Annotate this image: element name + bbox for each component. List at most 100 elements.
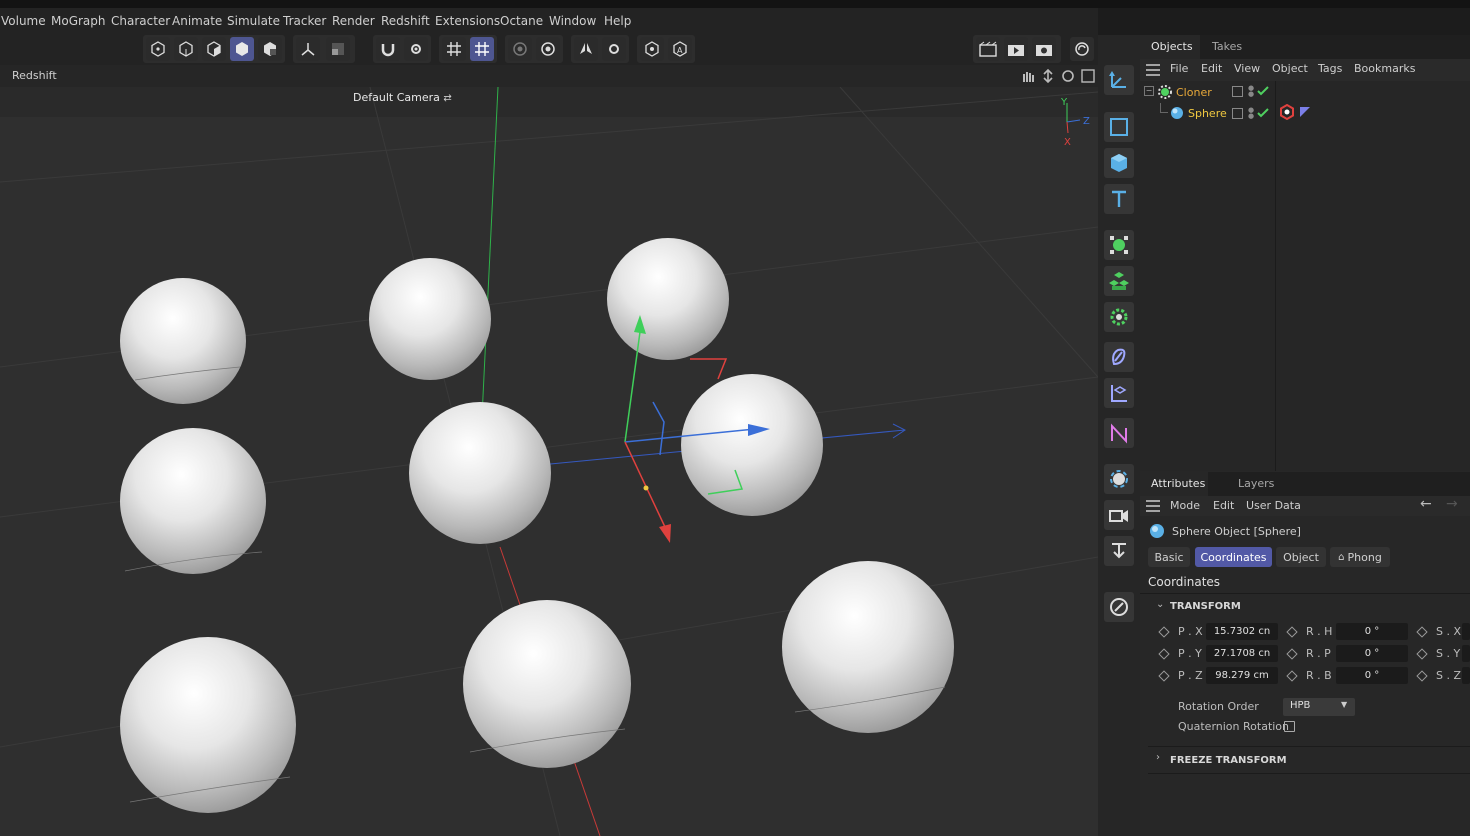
tab-attributes[interactable]: Attributes <box>1140 472 1208 496</box>
render-to-picture-viewer-icon[interactable] <box>1004 37 1028 61</box>
menu-tracker[interactable]: Tracker <box>283 14 326 28</box>
sphere-clone[interactable] <box>120 428 266 574</box>
attributes-menu-edit[interactable]: Edit <box>1213 499 1234 512</box>
mograph-effector-icon[interactable] <box>1104 302 1134 332</box>
symmetry-settings-icon[interactable] <box>602 37 626 61</box>
material-tag-icon[interactable] <box>1299 106 1311 118</box>
snap-settings-icon[interactable] <box>404 37 428 61</box>
menu-help[interactable]: Help <box>604 14 631 28</box>
phong-tag-icon[interactable] <box>1279 104 1295 120</box>
subtab-basic[interactable]: Basic <box>1148 547 1190 567</box>
menu-extensions[interactable]: Extensions <box>435 14 500 28</box>
layer-icon[interactable] <box>1232 86 1243 97</box>
workplane-grid-icon[interactable] <box>442 37 466 61</box>
quaternion-rotation-checkbox[interactable] <box>1284 721 1295 732</box>
object-row-cloner[interactable]: − Cloner ● ● <box>1140 83 1470 101</box>
forward-arrow-icon[interactable]: → <box>1446 496 1458 512</box>
menu-redshift[interactable]: Redshift <box>381 14 430 28</box>
object-name-sphere[interactable]: Sphere <box>1188 107 1227 120</box>
menu-render[interactable]: Render <box>332 14 375 28</box>
viewport-nav-icons[interactable] <box>1020 68 1096 84</box>
camera-selector[interactable]: Default Camera ⇄ <box>353 91 452 104</box>
object-name-cloner[interactable]: Cloner <box>1176 86 1212 99</box>
mograph-cloner-icon[interactable] <box>1104 230 1134 260</box>
scale-x-field[interactable] <box>1462 623 1470 640</box>
objects-menu-edit[interactable]: Edit <box>1201 62 1222 75</box>
menu-character[interactable]: Character <box>111 14 170 28</box>
rotation-p-field[interactable]: 0 ° <box>1336 645 1408 662</box>
rectangle-spline-icon[interactable] <box>1104 112 1134 142</box>
visibility-dots-icon[interactable]: ● ● <box>1248 107 1254 120</box>
rotation-b-field[interactable]: 0 ° <box>1336 667 1408 684</box>
environment-icon[interactable] <box>1104 464 1134 494</box>
position-y-field[interactable]: 27.1708 cn <box>1206 645 1278 662</box>
hamburger-menu-icon[interactable] <box>1146 64 1160 76</box>
text-spline-icon[interactable] <box>1104 184 1134 214</box>
transform-group-header[interactable]: ⌄ TRANSFORM <box>1148 599 1348 616</box>
solo-mode-icon[interactable] <box>326 37 350 61</box>
workplane-snap-icon[interactable] <box>470 37 494 61</box>
camera-object-icon[interactable] <box>1104 500 1134 530</box>
cube-primitive-icon[interactable] <box>1104 148 1134 178</box>
gizmo-x-handle[interactable] <box>659 524 671 543</box>
subtab-object[interactable]: Object <box>1276 547 1326 567</box>
redshift-render-icon[interactable] <box>1070 37 1094 61</box>
mograph-fracture-icon[interactable] <box>1104 266 1134 296</box>
visibility-dots-icon[interactable]: ● ● <box>1248 85 1254 98</box>
render-view-icon[interactable] <box>976 37 1000 61</box>
tab-takes[interactable]: Takes <box>1202 35 1252 59</box>
uv-mode-icon[interactable] <box>258 37 282 61</box>
enabled-check-icon[interactable] <box>1257 86 1269 96</box>
scale-y-field[interactable] <box>1462 645 1470 662</box>
axis-mode-icon[interactable] <box>296 37 320 61</box>
light-object-icon[interactable] <box>1104 536 1134 566</box>
position-z-field[interactable]: 98.279 cm <box>1206 667 1278 684</box>
sphere-clone[interactable] <box>120 637 296 813</box>
subtab-phong[interactable]: ⌂ Phong <box>1330 547 1390 567</box>
sphere-clone[interactable] <box>782 561 954 733</box>
collapse-toggle-icon[interactable]: − <box>1144 86 1154 96</box>
autokey-icon[interactable]: A <box>668 37 692 61</box>
object-row-sphere[interactable]: Sphere ● ● <box>1140 103 1470 121</box>
subtab-coordinates[interactable]: Coordinates <box>1195 547 1272 567</box>
menu-volume[interactable]: Volume <box>1 14 46 28</box>
enabled-check-icon[interactable] <box>1257 108 1269 118</box>
points-mode-icon[interactable] <box>146 37 170 61</box>
objects-menu-file[interactable]: File <box>1170 62 1188 75</box>
attributes-menu-mode[interactable]: Mode <box>1170 499 1200 512</box>
objects-menu-object[interactable]: Object <box>1272 62 1308 75</box>
render-settings-clapper-icon[interactable] <box>1032 37 1056 61</box>
menu-animate[interactable]: Animate <box>172 14 222 28</box>
objects-menu-bookmarks[interactable]: Bookmarks <box>1354 62 1415 75</box>
sphere-clone[interactable] <box>607 238 729 360</box>
3d-viewport[interactable]: Y Z X Default Camera ⇄ <box>0 87 1098 836</box>
hamburger-menu-icon[interactable] <box>1146 500 1160 512</box>
symmetry-icon[interactable] <box>574 37 598 61</box>
tab-objects[interactable]: Objects <box>1140 35 1200 59</box>
menu-window[interactable]: Window <box>549 14 596 28</box>
back-arrow-icon[interactable]: ← <box>1420 496 1432 512</box>
position-x-field[interactable]: 15.7302 cn <box>1206 623 1278 640</box>
menu-mograph[interactable]: MoGraph <box>51 14 106 28</box>
tab-layers[interactable]: Layers <box>1228 472 1278 496</box>
menu-simulate[interactable]: Simulate <box>227 14 280 28</box>
layer-icon[interactable] <box>1232 108 1243 119</box>
snap-magnet-icon[interactable] <box>376 37 400 61</box>
scene-generator-icon[interactable] <box>1104 418 1134 448</box>
rotation-h-field[interactable]: 0 ° <box>1336 623 1408 640</box>
scale-z-field[interactable] <box>1462 667 1470 684</box>
menu-octane[interactable]: Octane <box>500 14 543 28</box>
sphere-clone[interactable] <box>409 402 551 544</box>
sphere-clone[interactable] <box>369 258 491 380</box>
sphere-clones[interactable] <box>120 238 954 813</box>
render-settings-icon[interactable] <box>536 37 560 61</box>
objects-menu-view[interactable]: View <box>1234 62 1260 75</box>
sketch-tool-icon[interactable] <box>1104 592 1134 622</box>
rotation-order-select[interactable]: HPB ▼ <box>1283 698 1355 716</box>
sphere-clone[interactable] <box>681 374 823 516</box>
render-region-icon[interactable] <box>508 37 532 61</box>
sphere-clone[interactable] <box>463 600 631 768</box>
polygons-mode-icon[interactable] <box>202 37 226 61</box>
freeze-transform-group-header[interactable]: › FREEZE TRANSFORM <box>1148 752 1348 769</box>
field-icon[interactable] <box>1104 378 1134 408</box>
